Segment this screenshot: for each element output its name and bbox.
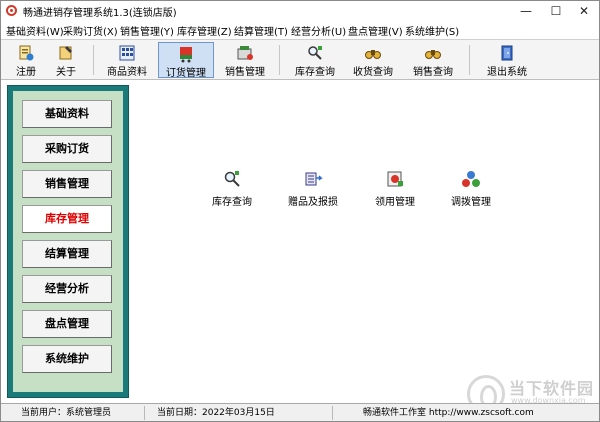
magnifier-icon: [308, 46, 322, 60]
receive-query-button[interactable]: 收货查询: [347, 42, 399, 78]
menu-stocktake[interactable]: 盘点管理(V): [348, 23, 403, 38]
title-bar: 畅通进销存管理系统1.3(连锁店版) — ☐ ✕: [1, 1, 599, 21]
sidebar-item-inventory[interactable]: 库存管理: [22, 205, 112, 233]
goods-data-label: 商品资料: [107, 67, 147, 78]
module-sidebar-inner: 基础资料 采购订货 销售管理 库存管理 结算管理 经营分析 盘点管理 系统维护: [13, 91, 123, 392]
goods-grid-icon: [119, 45, 135, 61]
toolbar-separator: [279, 45, 280, 75]
function-transfer[interactable]: 调拨管理: [445, 169, 497, 208]
module-sidebar: 基础资料 采购订货 销售管理 库存管理 结算管理 经营分析 盘点管理 系统维护: [7, 85, 129, 398]
function-label: 领用管理: [375, 197, 415, 208]
order-management-button[interactable]: 订货管理: [158, 42, 214, 79]
exit-system-label: 退出系统: [487, 67, 527, 78]
status-bar: 当前用户：系统管理员 当前日期：2022年03月15日 畅通软件工作室 http…: [1, 403, 599, 421]
binoculars-icon: [365, 50, 381, 59]
maximize-button[interactable]: ☐: [541, 1, 571, 21]
app-window: 畅通进销存管理系统1.3(连锁店版) — ☐ ✕ 基础资料(W) 采购订货(X)…: [0, 0, 600, 422]
menu-purchase[interactable]: 采购订货(X): [63, 23, 118, 38]
sidebar-item-basic-data[interactable]: 基础资料: [22, 100, 112, 128]
main-area: 基础资料 采购订货 销售管理 库存管理 结算管理 经营分析 盘点管理 系统维护 …: [1, 81, 599, 403]
sidebar-item-stocktake[interactable]: 盘点管理: [22, 310, 112, 338]
exit-door-icon: [501, 45, 513, 61]
status-company: 畅通软件工作室 http://www.zscsoft.com: [363, 408, 534, 418]
order-management-label: 订货管理: [166, 68, 206, 79]
minimize-button[interactable]: —: [511, 1, 541, 21]
function-requisition[interactable]: 领用管理: [369, 169, 421, 208]
menu-sales[interactable]: 销售管理(Y): [120, 23, 174, 38]
function-gift-loss[interactable]: 赠品及报损: [285, 169, 341, 208]
window-title: 畅通进销存管理系统1.3(连锁店版): [23, 8, 177, 19]
status-current-date: 当前日期：2022年03月15日: [147, 406, 333, 420]
about-icon: [59, 46, 72, 60]
exit-system-button[interactable]: 退出系统: [481, 42, 533, 78]
sales-management-label: 销售管理: [225, 67, 265, 78]
menu-analysis[interactable]: 经营分析(U): [291, 23, 346, 38]
order-cart-icon: [180, 47, 192, 63]
sidebar-item-sales[interactable]: 销售管理: [22, 170, 112, 198]
binoculars-icon: [425, 50, 441, 59]
sidebar-item-analysis[interactable]: 经营分析: [22, 275, 112, 303]
menu-bar: 基础资料(W) 采购订货(X) 销售管理(Y) 库存管理(Z) 结算管理(T) …: [1, 21, 599, 38]
sales-register-icon: [237, 46, 253, 60]
about-label: 关于: [56, 67, 76, 78]
status-current-user: 当前用户：系统管理员: [5, 406, 145, 420]
goods-data-button[interactable]: 商品资料: [101, 42, 153, 78]
close-button[interactable]: ✕: [569, 1, 599, 21]
stock-query-button[interactable]: 库存查询: [289, 42, 341, 78]
register-icon: [19, 45, 34, 61]
menu-system[interactable]: 系统维护(S): [405, 23, 459, 38]
sidebar-item-system[interactable]: 系统维护: [22, 345, 112, 373]
menu-basic-data[interactable]: 基础资料(W): [6, 23, 64, 38]
magnifier-stock-icon: [224, 171, 240, 187]
about-button[interactable]: 关于: [47, 42, 85, 78]
sales-query-label: 销售查询: [413, 67, 453, 78]
receive-query-label: 收货查询: [353, 67, 393, 78]
transfer-icon: [462, 171, 480, 187]
function-label: 调拨管理: [451, 197, 491, 208]
toolbar-separator: [469, 45, 470, 75]
app-logo-icon: [6, 5, 17, 16]
sales-management-button[interactable]: 销售管理: [219, 42, 271, 78]
toolbar-separator: [93, 45, 94, 75]
sidebar-item-settlement[interactable]: 结算管理: [22, 240, 112, 268]
function-label: 库存查询: [212, 197, 252, 208]
stock-query-label: 库存查询: [295, 67, 335, 78]
register-label: 注册: [16, 67, 36, 78]
toolbar: 注册 关于 商品资料 订货管理 销售管理 库存查询 收货查询 销售查询 退出系统: [1, 39, 599, 80]
menu-inventory[interactable]: 库存管理(Z): [177, 23, 232, 38]
function-stock-query[interactable]: 库存查询: [206, 169, 258, 208]
function-label: 赠品及报损: [288, 197, 338, 208]
gift-loss-icon: [305, 172, 323, 186]
register-button[interactable]: 注册: [7, 42, 45, 78]
sales-query-button[interactable]: 销售查询: [407, 42, 459, 78]
sidebar-item-purchase[interactable]: 采购订货: [22, 135, 112, 163]
menu-settlement[interactable]: 结算管理(T): [234, 23, 288, 38]
requisition-icon: [387, 171, 403, 187]
